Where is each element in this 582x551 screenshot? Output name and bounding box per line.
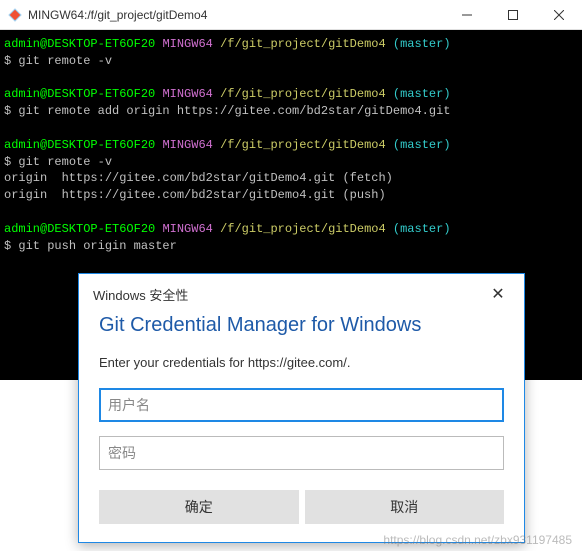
- output-line: origin https://gitee.com/bd2star/gitDemo…: [4, 188, 386, 202]
- prompt-dollar: $: [4, 239, 11, 253]
- password-field[interactable]: [99, 436, 504, 470]
- watermark-text: https://blog.csdn.net/zbx931197485: [383, 533, 572, 547]
- prompt-user: admin@DESKTOP-ET6OF20: [4, 37, 155, 51]
- prompt-branch: (master): [393, 222, 451, 236]
- dialog-title: Git Credential Manager for Windows: [99, 314, 504, 337]
- prompt-user: admin@DESKTOP-ET6OF20: [4, 222, 155, 236]
- window-title: MINGW64:/f/git_project/gitDemo4: [28, 8, 444, 22]
- command-text: git remote -v: [18, 54, 112, 68]
- prompt-env: MINGW64: [162, 37, 212, 51]
- maximize-button[interactable]: [490, 0, 536, 30]
- close-button[interactable]: [536, 0, 582, 30]
- prompt-dollar: $: [4, 54, 11, 68]
- prompt-branch: (master): [393, 37, 451, 51]
- dialog-button-row: 确定 取消: [99, 490, 504, 524]
- credential-dialog: Windows 安全性 ✕ Git Credential Manager for…: [78, 273, 525, 543]
- prompt-dollar: $: [4, 104, 11, 118]
- command-text: git remote add origin https://gitee.com/…: [18, 104, 450, 118]
- output-line: origin https://gitee.com/bd2star/gitDemo…: [4, 171, 393, 185]
- minimize-button[interactable]: [444, 0, 490, 30]
- prompt-path: /f/git_project/gitDemo4: [220, 87, 386, 101]
- window-controls: [444, 0, 582, 30]
- prompt-env: MINGW64: [162, 87, 212, 101]
- ok-button[interactable]: 确定: [99, 490, 299, 524]
- cancel-button[interactable]: 取消: [305, 490, 505, 524]
- prompt-branch: (master): [393, 87, 451, 101]
- prompt-path: /f/git_project/gitDemo4: [220, 138, 386, 152]
- dialog-header: Windows 安全性 ✕: [79, 274, 524, 310]
- prompt-env: MINGW64: [162, 222, 212, 236]
- prompt-env: MINGW64: [162, 138, 212, 152]
- dialog-body: Git Credential Manager for Windows Enter…: [79, 310, 524, 542]
- close-icon[interactable]: ✕: [486, 284, 510, 304]
- prompt-user: admin@DESKTOP-ET6OF20: [4, 87, 155, 101]
- app-icon: [8, 8, 22, 22]
- prompt-branch: (master): [393, 138, 451, 152]
- prompt-dollar: $: [4, 155, 11, 169]
- dialog-security-label: Windows 安全性: [93, 285, 486, 304]
- dialog-instruction: Enter your credentials for https://gitee…: [99, 355, 504, 370]
- command-text: git remote -v: [18, 155, 112, 169]
- command-text: git push origin master: [18, 239, 176, 253]
- prompt-user: admin@DESKTOP-ET6OF20: [4, 138, 155, 152]
- prompt-path: /f/git_project/gitDemo4: [220, 37, 386, 51]
- prompt-path: /f/git_project/gitDemo4: [220, 222, 386, 236]
- window-titlebar: MINGW64:/f/git_project/gitDemo4: [0, 0, 582, 30]
- username-field[interactable]: [99, 388, 504, 422]
